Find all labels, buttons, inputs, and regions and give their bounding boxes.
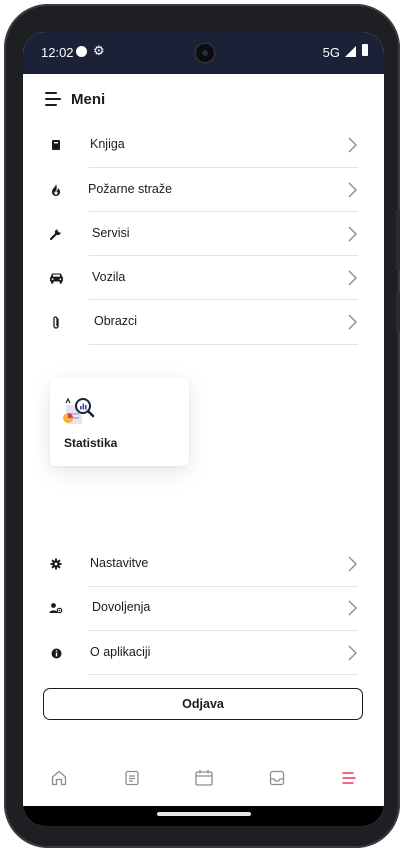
nav-documents[interactable] bbox=[112, 758, 152, 798]
fire-icon bbox=[47, 181, 65, 199]
chevron-right-icon bbox=[348, 600, 357, 616]
status-time: 12:02 bbox=[41, 45, 74, 60]
user-permissions-icon bbox=[47, 599, 65, 617]
power-button bbox=[396, 292, 400, 332]
signal-icon bbox=[345, 46, 356, 57]
menu-item-label: Servisi bbox=[92, 226, 130, 240]
gesture-bar bbox=[23, 806, 384, 826]
divider bbox=[89, 344, 358, 345]
phone-frame: 12:02 ⚙ 5G Meni Knjiga Požarne straže Se… bbox=[4, 4, 400, 848]
document-icon bbox=[125, 770, 139, 786]
statistika-label: Statistika bbox=[64, 436, 118, 450]
nav-inbox[interactable] bbox=[257, 758, 297, 798]
page-title: Meni bbox=[71, 91, 106, 108]
status-gear-icon: ⚙ bbox=[93, 43, 105, 58]
menu-item-servisi[interactable]: Servisi bbox=[23, 212, 384, 256]
chevron-right-icon bbox=[348, 226, 357, 242]
chevron-right-icon bbox=[348, 270, 357, 286]
notification-dot-icon bbox=[76, 46, 87, 57]
menu-icon bbox=[342, 772, 356, 784]
chevron-right-icon bbox=[348, 182, 357, 198]
menu-item-pozarne-straze[interactable]: Požarne straže bbox=[23, 168, 384, 212]
status-bar: 12:02 ⚙ 5G bbox=[23, 32, 384, 74]
page-header: Meni bbox=[23, 74, 384, 126]
chevron-right-icon bbox=[348, 137, 357, 153]
battery-icon bbox=[362, 44, 368, 56]
chevron-right-icon bbox=[348, 556, 357, 572]
chevron-right-icon bbox=[348, 645, 357, 661]
car-icon bbox=[47, 269, 65, 287]
statistics-icon bbox=[63, 397, 95, 424]
divider bbox=[89, 674, 358, 675]
menu-item-vozila[interactable]: Vozila bbox=[23, 256, 384, 300]
home-indicator[interactable] bbox=[157, 812, 251, 816]
info-icon bbox=[47, 644, 65, 662]
menu-item-label: O aplikaciji bbox=[90, 645, 151, 659]
nav-home[interactable] bbox=[39, 758, 79, 798]
volume-button bbox=[396, 209, 400, 271]
menu-item-label: Požarne straže bbox=[88, 182, 173, 196]
logout-button[interactable]: Odjava bbox=[43, 688, 363, 720]
menu-item-o-aplikaciji[interactable]: O aplikaciji bbox=[23, 631, 384, 675]
front-camera bbox=[194, 42, 216, 64]
home-icon bbox=[51, 770, 67, 786]
wrench-icon bbox=[47, 225, 65, 243]
nav-menu[interactable] bbox=[329, 758, 369, 798]
paperclip-icon bbox=[47, 313, 65, 331]
book-icon bbox=[47, 136, 65, 154]
menu-item-label: Vozila bbox=[92, 270, 126, 284]
bottom-nav bbox=[23, 750, 384, 806]
calendar-icon bbox=[195, 770, 213, 786]
chevron-right-icon bbox=[348, 314, 357, 330]
hamburger-icon[interactable] bbox=[45, 92, 61, 106]
status-network: 5G bbox=[322, 45, 340, 60]
menu-item-nastavitve[interactable]: Nastavitve bbox=[23, 542, 384, 586]
menu-item-label: Dovoljenja bbox=[92, 600, 151, 614]
menu-item-label: Nastavitve bbox=[90, 556, 149, 570]
menu-item-label: Obrazci bbox=[94, 314, 138, 328]
settings-icon bbox=[47, 555, 65, 573]
menu-item-label: Knjiga bbox=[90, 137, 125, 151]
menu-item-dovoljenja[interactable]: Dovoljenja bbox=[23, 586, 384, 630]
screen: 12:02 ⚙ 5G Meni Knjiga Požarne straže Se… bbox=[23, 32, 384, 826]
nav-calendar[interactable] bbox=[184, 758, 224, 798]
menu-item-obrazci[interactable]: Obrazci bbox=[23, 300, 384, 344]
statistika-card[interactable]: Statistika bbox=[50, 378, 189, 466]
inbox-icon bbox=[269, 770, 285, 786]
menu-item-knjiga[interactable]: Knjiga bbox=[23, 123, 384, 167]
